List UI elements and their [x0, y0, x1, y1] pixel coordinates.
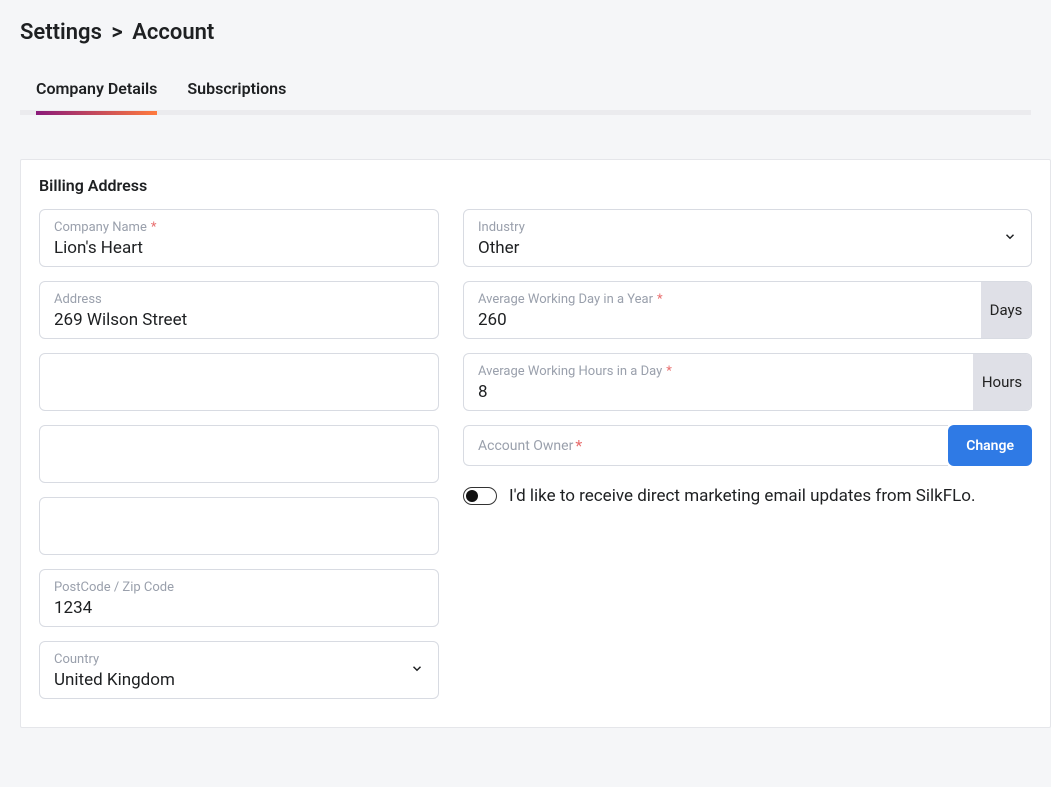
billing-panel: Billing Address Company Name* Address [20, 159, 1051, 728]
section-title: Billing Address [39, 176, 1032, 195]
marketing-toggle[interactable] [463, 487, 497, 505]
address4-input[interactable] [54, 516, 424, 538]
address4-field[interactable] [39, 497, 439, 555]
address-label: Address [54, 292, 424, 308]
breadcrumb-separator: > [111, 20, 122, 45]
country-field[interactable]: Country United Kingdom [39, 641, 439, 699]
breadcrumb-settings: Settings [20, 20, 102, 45]
account-owner-field[interactable]: Account Owner* [463, 425, 948, 466]
company-name-input[interactable] [54, 236, 424, 258]
change-button[interactable]: Change [948, 425, 1032, 466]
industry-label: Industry [478, 220, 1017, 236]
address2-input[interactable] [54, 372, 424, 394]
avg-hours-input[interactable] [478, 380, 963, 402]
days-suffix: Days [981, 282, 1031, 338]
avg-days-input[interactable] [478, 308, 971, 330]
account-owner-label: Account Owner [478, 438, 573, 454]
address-field[interactable]: Address [39, 281, 439, 339]
avg-days-field[interactable]: Average Working Day in a Year* Days [463, 281, 1032, 339]
address-input[interactable] [54, 308, 424, 330]
tab-subscriptions[interactable]: Subscriptions [187, 69, 286, 110]
breadcrumb: Settings > Account [20, 20, 1031, 45]
company-name-label: Company Name* [54, 220, 424, 236]
postcode-field[interactable]: PostCode / Zip Code [39, 569, 439, 627]
tab-company-details[interactable]: Company Details [36, 69, 157, 110]
country-label: Country [54, 652, 424, 668]
address3-field[interactable] [39, 425, 439, 483]
industry-value: Other [478, 236, 1017, 258]
postcode-input[interactable] [54, 596, 424, 618]
marketing-toggle-row: I'd like to receive direct marketing ema… [463, 486, 1032, 506]
country-value: United Kingdom [54, 668, 424, 690]
postcode-label: PostCode / Zip Code [54, 580, 424, 596]
marketing-text: I'd like to receive direct marketing ema… [509, 486, 975, 506]
company-name-field[interactable]: Company Name* [39, 209, 439, 267]
tabs: Company Details Subscriptions [20, 69, 1031, 115]
account-owner-row: Account Owner* Change [463, 425, 1032, 466]
hours-suffix: Hours [973, 354, 1031, 410]
avg-hours-field[interactable]: Average Working Hours in a Day* Hours [463, 353, 1032, 411]
industry-field[interactable]: Industry Other [463, 209, 1032, 267]
avg-hours-label: Average Working Hours in a Day* [478, 364, 963, 380]
address3-input[interactable] [54, 444, 424, 466]
chevron-down-icon [1003, 229, 1017, 248]
breadcrumb-account: Account [132, 20, 214, 45]
chevron-down-icon [410, 661, 424, 680]
avg-days-label: Average Working Day in a Year* [478, 292, 971, 308]
address2-field[interactable] [39, 353, 439, 411]
